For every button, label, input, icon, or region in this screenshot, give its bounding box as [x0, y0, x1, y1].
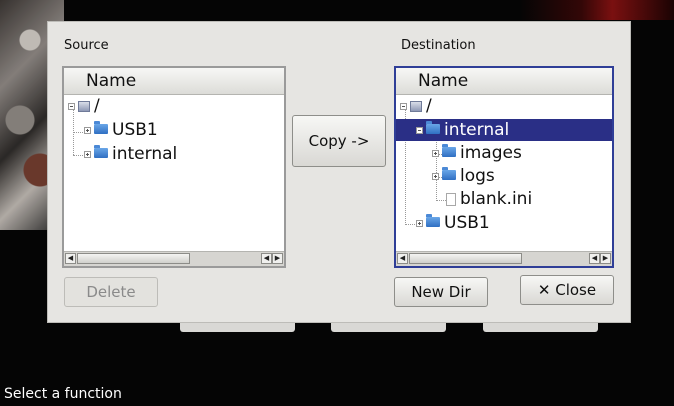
collapse-icon[interactable]: [68, 102, 75, 110]
expand-icon[interactable]: [84, 126, 91, 134]
expand-icon[interactable]: [84, 150, 91, 158]
drive-icon: [78, 100, 90, 112]
source-name-column-header[interactable]: Name: [64, 68, 284, 95]
new-dir-button[interactable]: New Dir: [394, 277, 488, 307]
tree-node-label: /: [426, 96, 432, 116]
tree-node-root[interactable]: /: [400, 95, 432, 117]
expand-icon[interactable]: [416, 219, 423, 227]
copy-button[interactable]: Copy ->: [292, 115, 386, 167]
tree-node-usb1[interactable]: USB1: [84, 119, 158, 141]
drive-icon: [410, 100, 422, 112]
tree-node-label: /: [94, 96, 100, 116]
source-file-tree[interactable]: Name / USB1 internal ◀ ◀ ▶: [62, 66, 286, 268]
tree-node-label: internal: [444, 120, 510, 140]
tree-node-images[interactable]: images: [432, 142, 522, 164]
tree-node-internal[interactable]: internal: [84, 143, 177, 165]
scroll-thumb[interactable]: [77, 253, 190, 264]
file-copy-dialog: Source Name / USB1 internal ◀ ◀ ▶ Copy -…: [48, 22, 630, 322]
background-red-accent: [520, 0, 674, 20]
expand-icon[interactable]: [432, 172, 439, 180]
tree-node-label: blank.ini: [460, 189, 533, 209]
file-icon: [446, 192, 456, 206]
collapse-icon[interactable]: [416, 126, 423, 134]
destination-name-column-header[interactable]: Name: [396, 68, 612, 95]
folder-icon: [426, 214, 440, 227]
tree-node-label: USB1: [444, 213, 490, 233]
tree-node-logs[interactable]: logs: [432, 165, 495, 187]
folder-icon: [426, 121, 440, 134]
source-horizontal-scrollbar[interactable]: ◀ ◀ ▶: [64, 251, 284, 266]
scroll-left-icon[interactable]: ◀: [261, 253, 272, 264]
folder-icon: [94, 121, 108, 134]
tree-node-label: USB1: [112, 120, 158, 140]
close-button[interactable]: ✕ Close: [520, 275, 614, 305]
expand-icon[interactable]: [432, 149, 439, 157]
scroll-right-icon[interactable]: ▶: [272, 253, 283, 264]
tree-node-blank-ini[interactable]: blank.ini: [446, 188, 532, 210]
scroll-right-icon[interactable]: ▶: [600, 253, 611, 264]
destination-label: Destination: [401, 38, 476, 53]
collapse-icon[interactable]: [400, 102, 407, 110]
folder-icon: [442, 144, 456, 157]
folder-icon: [94, 145, 108, 158]
destination-file-tree[interactable]: Name / internal images logs blank.ini US…: [394, 66, 614, 268]
tree-node-internal-selected[interactable]: internal: [396, 119, 612, 141]
tree-node-root[interactable]: /: [68, 95, 100, 117]
source-label: Source: [64, 38, 109, 53]
delete-button[interactable]: Delete: [64, 277, 158, 307]
tree-node-label: internal: [112, 144, 178, 164]
folder-icon: [442, 167, 456, 180]
scroll-left-icon[interactable]: ◀: [65, 253, 76, 264]
scroll-thumb[interactable]: [409, 253, 522, 264]
tree-node-label: images: [460, 143, 522, 163]
tree-node-label: logs: [460, 166, 495, 186]
destination-horizontal-scrollbar[interactable]: ◀ ◀ ▶: [396, 251, 612, 266]
status-bar-text: Select a function: [4, 386, 122, 402]
scroll-left-icon[interactable]: ◀: [397, 253, 408, 264]
scroll-left-icon[interactable]: ◀: [589, 253, 600, 264]
tree-node-usb1[interactable]: USB1: [416, 212, 490, 234]
